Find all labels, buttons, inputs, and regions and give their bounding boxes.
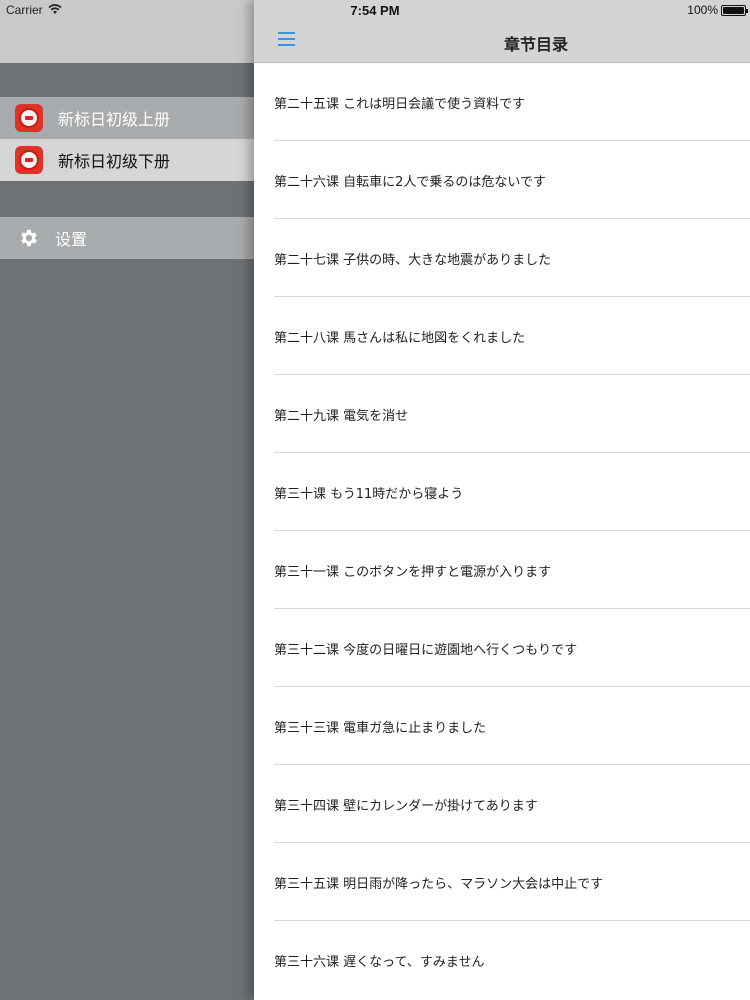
list-item[interactable]: 第三十课 もう11時だから寝よう: [254, 453, 750, 531]
list-item[interactable]: 第二十九课 電気を消せ: [254, 375, 750, 453]
sidebar-item-label: 新标日初级下册: [58, 152, 171, 171]
list-item[interactable]: 第二十六课 自転車に2人で乗るのは危ないです: [254, 141, 750, 219]
list-item[interactable]: 第三十四课 壁にカレンダーが掛けてあります: [254, 765, 750, 843]
sidebar-item-label: 新标日初级上册: [58, 110, 171, 129]
gear-icon: [21, 229, 37, 247]
sidebar-item-label: 设置: [55, 230, 88, 249]
list-item[interactable]: 第三十三课 電車ガ急に止まりました: [254, 687, 750, 765]
book-icon: [15, 104, 43, 132]
list-item[interactable]: 第二十八课 馬さんは私に地図をくれました: [254, 297, 750, 375]
sidebar-item-book-1[interactable]: 新标日初级上册: [0, 97, 254, 139]
list-item[interactable]: 第二十七课 子供の時、大きな地震がありました: [254, 219, 750, 297]
battery-icon: [721, 5, 748, 16]
sidebar-item-settings[interactable]: 设置: [0, 217, 254, 259]
status-bar: Carrier 7:54 PM 100%: [0, 0, 750, 22]
status-time: 7:54 PM: [350, 3, 400, 18]
list-item[interactable]: 第三十五课 明日雨が降ったら、マラソン大会は中止です: [254, 843, 750, 921]
chapter-list: 第二十五课 これは明日会議で使う資料です 第二十六课 自転車に2人で乗るのは危な…: [254, 63, 750, 999]
list-item[interactable]: 第三十一课 このボタンを押すと電源が入ります: [254, 531, 750, 609]
list-item[interactable]: 第三十六课 遅くなって、すみません: [254, 921, 750, 999]
side-menu: 新标日初级上册 新标日初级下册 设置: [0, 0, 254, 1000]
book-icon: [15, 146, 43, 174]
battery-percentage: 100%: [687, 3, 718, 17]
sidebar-item-book-2[interactable]: 新标日初级下册: [0, 139, 254, 181]
page-title: 章节目录: [504, 35, 569, 54]
list-item[interactable]: 第三十二课 今度の日曜日に遊園地へ行くつもりです: [254, 609, 750, 687]
chapter-panel: 章节目录 第二十五课 これは明日会議で使う資料です 第二十六课 自転車に2人で乗…: [254, 0, 750, 1000]
list-item[interactable]: 第二十五课 これは明日会議で使う資料です: [254, 63, 750, 141]
